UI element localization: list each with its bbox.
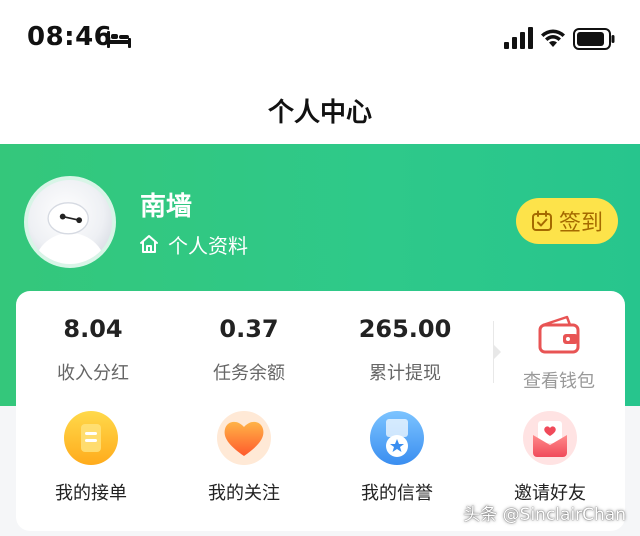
menu-item-my-orders[interactable]: 我的接单 [26, 409, 156, 505]
invite-envelope-icon [523, 411, 577, 465]
wallet-label: 查看钱包 [523, 371, 595, 392]
stat-label: 任务余额 [213, 363, 285, 384]
stat-value: 0.37 [219, 315, 279, 343]
menu-label: 我的关注 [208, 483, 280, 504]
home-icon [140, 235, 158, 253]
signal-icon [504, 27, 533, 49]
profile-link[interactable]: 个人资料 [138, 230, 248, 258]
watermark: 头条 @SinclairChan [463, 505, 626, 525]
page-title: 个人中心 [267, 98, 372, 128]
sleep-mode-icon [107, 31, 131, 48]
stat-label: 收入分红 [57, 363, 129, 384]
divider-arrow [494, 345, 501, 359]
username: 南墙 [140, 192, 193, 222]
stat-income-dividend[interactable]: 8.04 收入分红 [18, 313, 168, 385]
heart-icon [217, 411, 271, 465]
wallet-button[interactable]: 查看钱包 [503, 315, 615, 393]
nav-bar: 个人中心 [0, 78, 640, 144]
calendar-check-icon [531, 210, 552, 231]
status-bar: 08:46 [0, 0, 640, 78]
wallet-icon [538, 315, 580, 354]
checkin-button[interactable]: 签到 [516, 198, 618, 244]
menu-label: 我的信誉 [361, 483, 433, 504]
menu-item-my-follows[interactable]: 我的关注 [179, 409, 309, 505]
stat-total-withdrawn[interactable]: 265.00 累计提现 [330, 313, 480, 385]
menu-item-invite-friends[interactable]: 邀请好友 [485, 409, 615, 505]
checkin-label: 签到 [558, 211, 603, 236]
menu-label: 我的接单 [55, 483, 127, 504]
stat-value: 265.00 [358, 315, 452, 343]
battery-icon [573, 28, 615, 50]
order-icon [64, 411, 118, 465]
avatar[interactable] [24, 176, 116, 268]
profile-link-label: 个人资料 [168, 233, 248, 258]
status-time: 08:46 [27, 22, 113, 52]
stats-card: 8.04 收入分红 0.37 任务余额 265.00 累计提现 查看钱包 我的接… [16, 291, 625, 531]
wifi-icon [541, 29, 565, 47]
stat-label: 累计提现 [369, 363, 441, 384]
menu-item-my-reputation[interactable]: 我的信誉 [332, 409, 462, 505]
avatar-image [33, 202, 107, 264]
stat-task-balance[interactable]: 0.37 任务余额 [174, 313, 324, 385]
stat-value: 8.04 [63, 315, 123, 343]
medal-icon [370, 411, 424, 465]
